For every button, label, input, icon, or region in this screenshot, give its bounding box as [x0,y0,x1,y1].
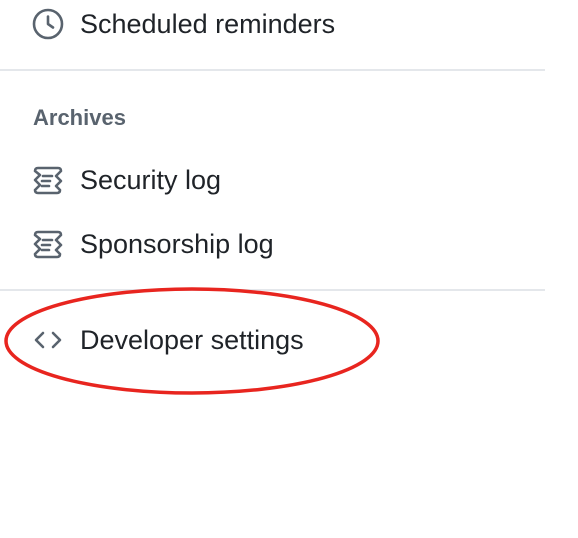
sidebar-item-developer-settings[interactable]: Developer settings [0,316,545,364]
sidebar-item-security-log[interactable]: Security log [0,156,545,204]
sidebar-item-scheduled-reminders[interactable]: Scheduled reminders [0,0,545,48]
sidebar-item-label: Security log [80,165,222,195]
sidebar-item-sponsorship-log[interactable]: Sponsorship log [0,220,545,268]
clock-icon [32,8,64,40]
sidebar-item-label: Developer settings [80,325,304,355]
section-divider [0,289,545,291]
sidebar-item-label: Scheduled reminders [80,9,336,39]
settings-sidebar-nav: Scheduled reminders Archives Security lo… [0,0,545,538]
code-icon [32,324,64,356]
sidebar-item-label: Sponsorship log [80,229,274,259]
log-icon [32,228,64,260]
log-icon [32,164,64,196]
section-divider [0,69,545,71]
archives-heading: Archives [33,105,126,130]
